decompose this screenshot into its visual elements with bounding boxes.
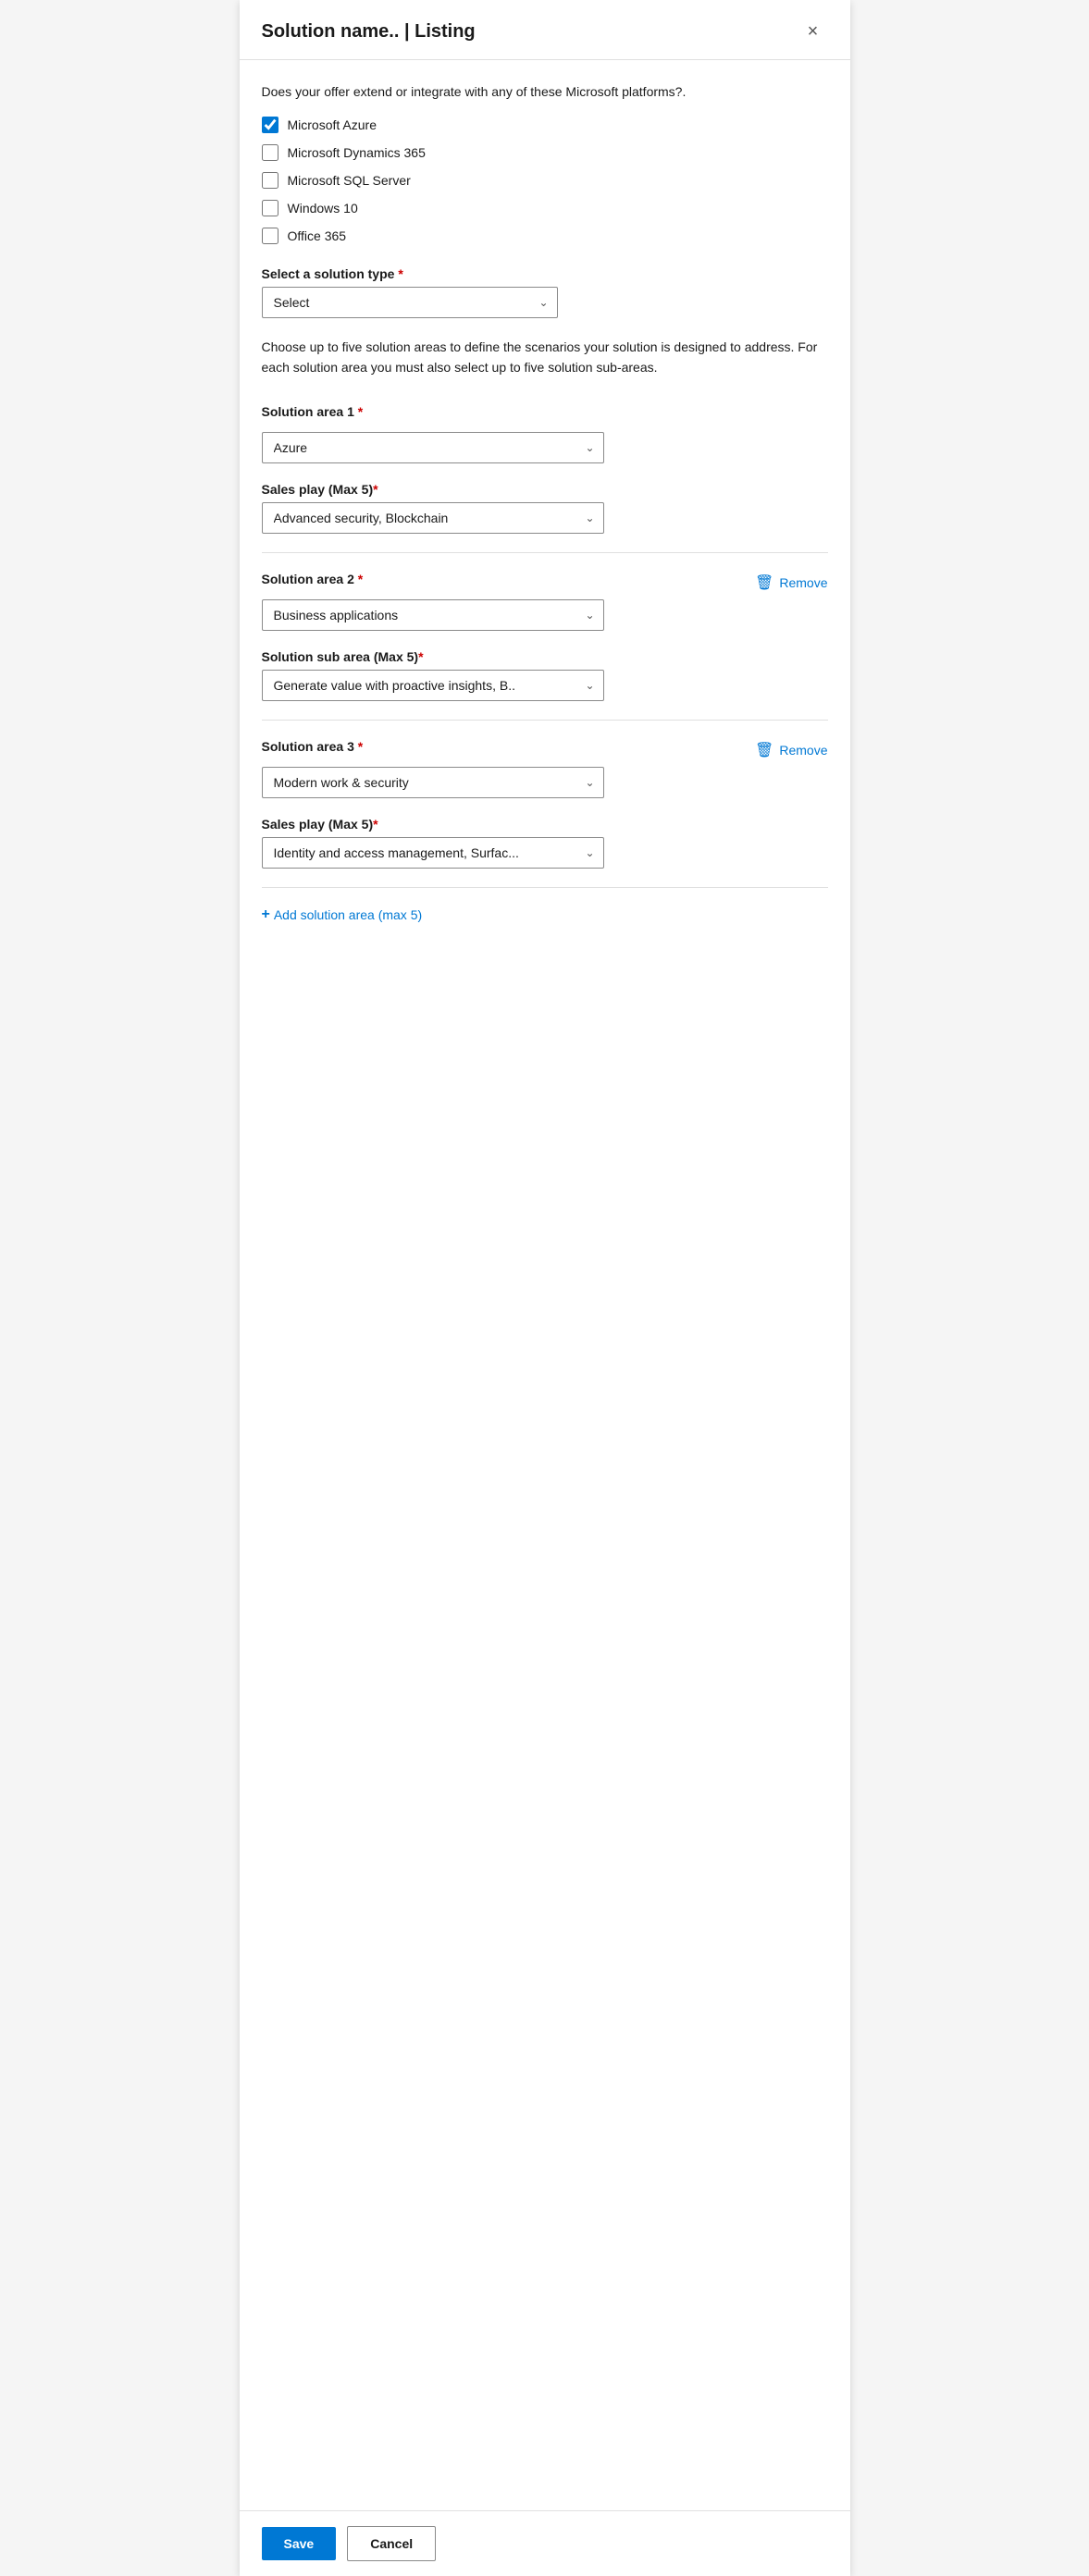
solution-area-1: Solution area 1 * Azure ⌄ Sales play (Ma…: [262, 404, 828, 534]
solution-area-3-select-wrapper: Modern work & security ⌄: [262, 767, 604, 798]
checkbox-item-sql-server[interactable]: Microsoft SQL Server: [262, 172, 828, 189]
solution-area-1-label: Solution area 1 *: [262, 404, 364, 419]
remove-solution-area-3-button[interactable]: 🗑 Remove: [755, 741, 827, 759]
solution-area-2-sub-area-group: Solution sub area (Max 5)* Generate valu…: [262, 649, 828, 701]
checkbox-label-azure: Microsoft Azure: [288, 117, 377, 132]
cancel-button[interactable]: Cancel: [347, 2526, 436, 2561]
solution-area-1-select-group: Azure ⌄: [262, 432, 828, 463]
solution-area-2: Solution area 2 * 🗑 Remove Business appl…: [262, 572, 828, 701]
checkbox-office365[interactable]: [262, 228, 278, 244]
solution-area-1-header: Solution area 1 *: [262, 404, 828, 425]
checkbox-sql-server[interactable]: [262, 172, 278, 189]
platforms-question: Does your offer extend or integrate with…: [262, 82, 828, 102]
checkbox-label-sql-server: Microsoft SQL Server: [288, 173, 411, 188]
solution-area-2-label: Solution area 2 *: [262, 572, 364, 586]
checkbox-label-windows10: Windows 10: [288, 201, 358, 216]
solution-area-1-select[interactable]: Azure: [262, 432, 604, 463]
solution-area-3-sales-play-wrapper: Identity and access management, Surfac..…: [262, 837, 604, 869]
divider-1: [262, 552, 828, 553]
checkbox-dynamics365[interactable]: [262, 144, 278, 161]
solution-area-3-sales-play-group: Sales play (Max 5)* Identity and access …: [262, 817, 828, 869]
checkbox-label-office365: Office 365: [288, 228, 347, 243]
info-text: Choose up to five solution areas to defi…: [262, 337, 828, 378]
checkbox-azure[interactable]: [262, 117, 278, 133]
panel-content: Does your offer extend or integrate with…: [240, 60, 850, 2510]
solution-area-3-select[interactable]: Modern work & security: [262, 767, 604, 798]
solution-area-2-select[interactable]: Business applications: [262, 599, 604, 631]
add-solution-area-button[interactable]: + Add solution area (max 5): [262, 906, 423, 923]
close-button[interactable]: ×: [798, 17, 828, 46]
checkbox-label-dynamics365: Microsoft Dynamics 365: [288, 145, 426, 160]
divider-3: [262, 887, 828, 888]
trash-icon: 🗑: [755, 741, 773, 759]
plus-icon: +: [262, 906, 270, 923]
solution-area-3-sales-play-select[interactable]: Identity and access management, Surfac..…: [262, 837, 604, 869]
solution-area-3-sales-play-label: Sales play (Max 5)*: [262, 817, 828, 832]
checkbox-windows10[interactable]: [262, 200, 278, 216]
checkbox-item-windows10[interactable]: Windows 10: [262, 200, 828, 216]
solution-area-3-header: Solution area 3 * 🗑 Remove: [262, 739, 828, 759]
checkbox-item-dynamics365[interactable]: Microsoft Dynamics 365: [262, 144, 828, 161]
solution-type-label: Select a solution type *: [262, 266, 828, 281]
solution-area-1-sales-play-label: Sales play (Max 5)*: [262, 482, 828, 497]
solution-area-1-select-wrapper: Azure ⌄: [262, 432, 604, 463]
solution-area-2-select-wrapper: Business applications ⌄: [262, 599, 604, 631]
solution-area-2-sub-area-wrapper: Generate value with proactive insights, …: [262, 670, 604, 701]
panel-footer: Save Cancel: [240, 2510, 850, 2576]
checkbox-item-office365[interactable]: Office 365: [262, 228, 828, 244]
solution-area-2-select-group: Business applications ⌄: [262, 599, 828, 631]
trash-icon: 🗑: [755, 573, 773, 592]
panel-title: Solution name.. | Listing: [262, 21, 476, 43]
solution-area-1-sales-play-group: Sales play (Max 5)* Advanced security, B…: [262, 482, 828, 534]
divider-2: [262, 720, 828, 721]
remove-solution-area-2-button[interactable]: 🗑 Remove: [755, 573, 827, 592]
checkbox-item-azure[interactable]: Microsoft Azure: [262, 117, 828, 133]
solution-area-1-sales-play-wrapper: Advanced security, Blockchain ⌄: [262, 502, 604, 534]
platforms-checkbox-group: Microsoft Azure Microsoft Dynamics 365 M…: [262, 117, 828, 244]
solution-area-2-header: Solution area 2 * 🗑 Remove: [262, 572, 828, 592]
solution-area-3-select-group: Modern work & security ⌄: [262, 767, 828, 798]
save-button[interactable]: Save: [262, 2527, 337, 2560]
solution-area-2-sub-area-select[interactable]: Generate value with proactive insights, …: [262, 670, 604, 701]
solution-type-select[interactable]: Select Option 1 Option 2: [262, 287, 558, 318]
panel-header: Solution name.. | Listing ×: [240, 0, 850, 60]
solution-area-3-label: Solution area 3 *: [262, 739, 364, 754]
solution-area-2-sub-area-label: Solution sub area (Max 5)*: [262, 649, 828, 664]
solution-area-3: Solution area 3 * 🗑 Remove Modern work &…: [262, 739, 828, 869]
panel: Solution name.. | Listing × Does your of…: [240, 0, 850, 2576]
solution-area-1-sales-play-select[interactable]: Advanced security, Blockchain: [262, 502, 604, 534]
solution-type-select-wrapper: Select Option 1 Option 2 ⌄: [262, 287, 558, 318]
solution-type-group: Select a solution type * Select Option 1…: [262, 266, 828, 318]
